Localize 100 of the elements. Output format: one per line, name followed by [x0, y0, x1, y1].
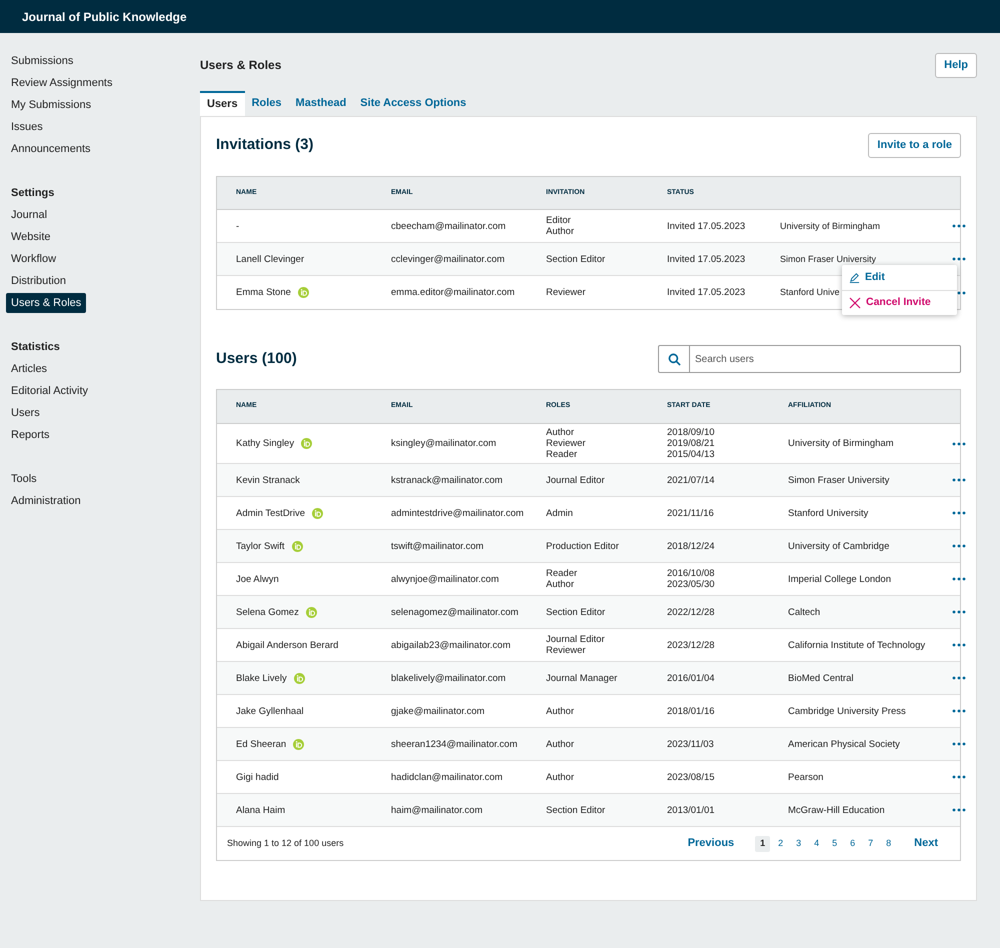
page-link[interactable]: 2 — [773, 836, 788, 852]
next-link[interactable]: Next — [914, 835, 938, 852]
sidebar-item[interactable]: Users — [6, 403, 45, 423]
more-icon — [952, 511, 966, 515]
sidebar-item[interactable]: Users & Roles — [6, 293, 86, 313]
page-link[interactable]: 8 — [881, 836, 896, 852]
status-cell-text: Invited 17.05.2023 — [667, 254, 746, 264]
email-cell-text: hadidclan@mailinator.com — [391, 772, 504, 782]
date-text: 2021/07/14 — [667, 474, 716, 486]
sidebar-item[interactable]: Editorial Activity — [6, 381, 94, 401]
name-cell: Abigail Anderson Berard — [236, 640, 338, 650]
date-text: 2013/01/01 — [667, 804, 716, 816]
affiliation-cell-text: American Physical Society — [788, 738, 901, 750]
date-text: 2023/12/28 — [667, 640, 716, 650]
name-cell: Jake Gyllenhaal — [236, 706, 304, 716]
search-field[interactable]: Search users — [690, 346, 960, 372]
email-cell-text: abigailab23@mailinator.com — [391, 640, 512, 650]
sidebar-item[interactable]: Administration — [6, 491, 86, 511]
sidebar-item[interactable]: Distribution — [6, 271, 72, 291]
date-text: 2019/08/21 — [667, 438, 716, 449]
email-cell-text: blakelively@mailinator.com — [391, 672, 507, 684]
sidebar-item[interactable]: Journal — [6, 205, 52, 225]
sidebar-item[interactable]: Articles — [6, 359, 52, 379]
previous-link[interactable]: Previous — [688, 835, 734, 852]
sidebar-heading: Statistics — [10, 340, 61, 355]
name-cell: Blake Lively — [236, 672, 287, 684]
page-link[interactable]: 7 — [863, 836, 878, 852]
sidebar-item[interactable]: Submissions — [6, 51, 78, 71]
more-icon — [952, 224, 966, 228]
more-icon — [952, 577, 966, 581]
more-icon — [952, 808, 966, 812]
page-link[interactable]: 4 — [809, 836, 824, 852]
sidebar-item[interactable]: Website — [6, 227, 56, 247]
email-cell-text: ksingley@mailinator.com — [391, 438, 498, 449]
role-text: Author — [546, 427, 575, 438]
more-icon — [952, 257, 966, 261]
role-text: Journal Manager — [546, 672, 618, 684]
tab[interactable]: Masthead — [288, 91, 354, 116]
sidebar-item[interactable]: My Submissions — [6, 95, 96, 115]
affiliation-cell-text: Simon Fraser University — [780, 254, 878, 264]
affiliation-cell-text: University of Birmingham — [788, 438, 895, 449]
name-cell: Selena Gomez — [236, 606, 299, 618]
page-link[interactable]: 3 — [791, 836, 806, 852]
role-text: Author — [546, 226, 575, 237]
affiliation-cell-text: University of Birmingham — [780, 220, 882, 232]
help-button[interactable]: Help — [935, 52, 977, 78]
sidebar-item[interactable]: Workflow — [6, 249, 62, 269]
invite-button[interactable]: Invite to a role — [868, 132, 961, 158]
name-cell: Lanell Clevinger — [236, 254, 304, 264]
tab[interactable]: Users — [200, 91, 245, 116]
email-cell-text: admintestdrive@mailinator.com — [391, 508, 525, 518]
date-text: 2015/04/13 — [667, 449, 716, 460]
more-icon — [952, 676, 966, 680]
journal-title[interactable]: Journal of Public Knowledge — [22, 8, 187, 26]
sidebar-item[interactable]: Tools — [6, 469, 42, 489]
role-text: Reviewer — [546, 645, 587, 656]
more-icon — [952, 742, 966, 746]
date-text: 2016/10/08 — [667, 568, 716, 579]
status-cell-text: Invited 17.05.2023 — [667, 287, 746, 298]
name-cell: Taylor Swift — [236, 540, 285, 552]
pencil-icon — [849, 272, 860, 283]
menu-item[interactable]: Cancel Invite — [842, 290, 957, 315]
section-title: Invitations (3) — [216, 134, 314, 155]
page-link[interactable]: 1 — [755, 836, 770, 852]
more-icon — [952, 643, 966, 647]
role-text: Author — [546, 579, 575, 590]
date-text: 2023/08/15 — [667, 772, 716, 782]
name-cell: Joe Alwyn — [236, 574, 279, 584]
sidebar-item[interactable]: Issues — [6, 117, 48, 137]
email-cell-text: haim@mailinator.com — [391, 804, 484, 816]
sidebar-item[interactable]: Review Assignments — [6, 73, 118, 93]
role-text: Journal Editor — [546, 634, 606, 645]
email-cell-text: emma.editor@mailinator.com — [391, 287, 516, 298]
role-text: Reviewer — [546, 287, 587, 298]
more-icon — [952, 544, 966, 548]
name-cell: Ed Sheeran — [236, 738, 286, 750]
role-text: Reviewer — [546, 438, 587, 449]
page-link[interactable]: 5 — [827, 836, 842, 852]
role-text: Section Editor — [546, 606, 606, 618]
name-cell: Alana Haim — [236, 804, 286, 816]
more-icon — [952, 709, 966, 713]
affiliation-cell-text: University of Cambridge — [788, 540, 890, 552]
date-text: 2016/01/04 — [667, 672, 716, 684]
email-cell-text: alwynjoe@mailinator.com — [391, 574, 500, 584]
sidebar-heading: Settings — [10, 186, 56, 201]
sidebar-item[interactable]: Reports — [6, 425, 55, 445]
email-cell-text: kstranack@mailinator.com — [391, 474, 504, 486]
affiliation-cell-text: Pearson — [788, 772, 824, 782]
more-icon — [952, 442, 966, 446]
menu-item[interactable]: Edit — [842, 265, 957, 290]
sidebar-item[interactable]: Announcements — [6, 139, 96, 159]
name-cell: Admin TestDrive — [236, 508, 305, 518]
page-link[interactable]: 6 — [845, 836, 860, 852]
search-box[interactable]: Search users — [658, 345, 961, 373]
affiliation-cell-text: Caltech — [788, 606, 822, 618]
role-text: Section Editor — [546, 804, 606, 816]
tab[interactable]: Roles — [244, 91, 289, 116]
tab[interactable]: Site Access Options — [353, 91, 474, 116]
role-text: Reader — [546, 449, 578, 460]
date-text: 2023/05/30 — [667, 579, 716, 590]
